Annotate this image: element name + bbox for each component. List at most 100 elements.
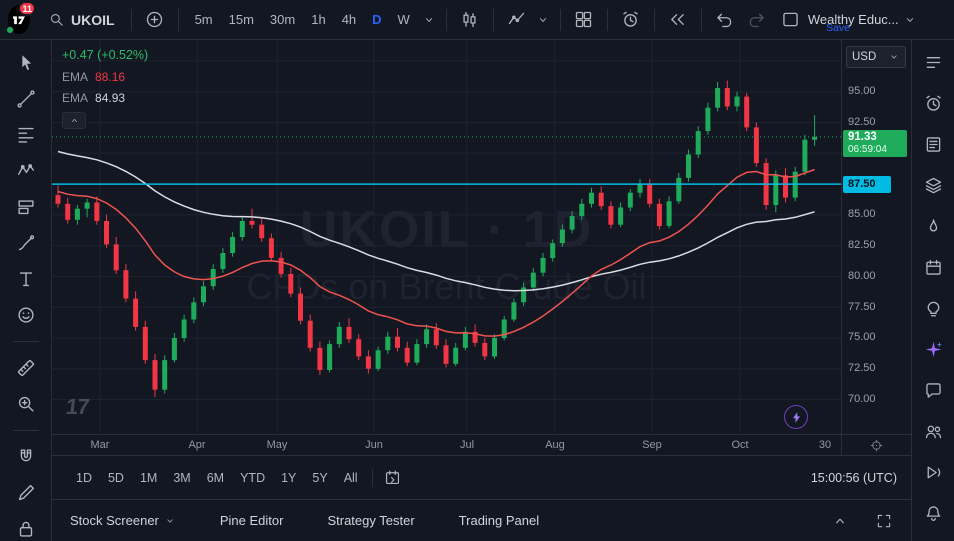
range-All[interactable]: All bbox=[336, 466, 366, 490]
tool-lock[interactable] bbox=[9, 516, 43, 541]
last-price-value: 91.33 bbox=[848, 131, 902, 144]
time-label: May bbox=[267, 439, 288, 451]
rail-ideas-button[interactable] bbox=[919, 296, 947, 320]
alert-clock-icon bbox=[620, 9, 641, 30]
rail-chat-button[interactable] bbox=[919, 378, 947, 402]
tool-ruler[interactable] bbox=[9, 355, 43, 381]
panel-tab-stock-screener[interactable]: Stock Screener bbox=[70, 513, 176, 528]
tool-cursor[interactable] bbox=[9, 50, 43, 76]
range-1Y[interactable]: 1Y bbox=[273, 466, 304, 490]
indicator-ema-slow[interactable]: EMA84.93 bbox=[62, 91, 148, 105]
chevron-down-icon bbox=[422, 13, 436, 27]
last-price-badge: 91.33 06:59:04 bbox=[843, 130, 907, 157]
boost-flash-button[interactable] bbox=[784, 405, 808, 429]
rail-news-button[interactable] bbox=[919, 132, 947, 156]
indicators-button[interactable] bbox=[502, 5, 532, 35]
symbol-search-button[interactable]: UKOIL bbox=[40, 7, 123, 32]
panel-tab-strategy-tester[interactable]: Strategy Tester bbox=[327, 513, 414, 528]
axis-settings-button[interactable] bbox=[841, 434, 911, 456]
range-1M[interactable]: 1M bbox=[132, 466, 165, 490]
range-5D[interactable]: 5D bbox=[100, 466, 132, 490]
tool-magnet[interactable] bbox=[9, 444, 43, 470]
date-range-toolbar: 1D5D1M3M6MYTD1Y5YAll 15:00:56 (UTC) bbox=[52, 456, 911, 500]
chart-type-button[interactable] bbox=[455, 5, 485, 35]
chat-icon bbox=[923, 380, 944, 401]
time-label: Jun bbox=[365, 439, 383, 451]
candlestick-chart[interactable] bbox=[52, 40, 841, 434]
rail-notifications-button[interactable] bbox=[919, 501, 947, 525]
maximize-icon bbox=[875, 512, 893, 530]
tool-pattern[interactable] bbox=[9, 158, 43, 184]
undo-button[interactable] bbox=[710, 5, 740, 35]
drawing-toolbar bbox=[0, 40, 52, 541]
save-layout-button[interactable]: Save bbox=[826, 22, 850, 34]
right-sidebar bbox=[911, 40, 954, 541]
toolbar-divider bbox=[446, 9, 447, 31]
chart-area[interactable]: UKOIL · 1D CFDs on Brent Crude Oil +0.47… bbox=[52, 40, 841, 434]
layout-title[interactable]: Wealthy Educ... bbox=[808, 12, 899, 27]
rail-object-tree-button[interactable] bbox=[919, 173, 947, 197]
plus-circle-icon bbox=[144, 9, 165, 30]
redo-button[interactable] bbox=[742, 5, 772, 35]
top-toolbar: 11 UKOIL 5m15m30m1h4hDW Wealthy Educ... … bbox=[0, 0, 954, 40]
rail-community-button[interactable] bbox=[919, 419, 947, 443]
price-label: 85.00 bbox=[848, 208, 876, 220]
rail-watchlist-button[interactable] bbox=[919, 50, 947, 74]
rail-alerts-button[interactable] bbox=[919, 91, 947, 115]
tool-position[interactable] bbox=[9, 194, 43, 220]
timeframe-15m[interactable]: 15m bbox=[221, 7, 262, 32]
range-3M[interactable]: 3M bbox=[165, 466, 198, 490]
tool-brush[interactable] bbox=[9, 230, 43, 256]
price-label: 92.50 bbox=[848, 116, 876, 128]
indicator-ema-fast[interactable]: EMA88.16 bbox=[62, 70, 148, 84]
timeframe-W[interactable]: W bbox=[390, 7, 418, 32]
timeframe-5m[interactable]: 5m bbox=[187, 7, 221, 32]
range-6M[interactable]: 6M bbox=[199, 466, 232, 490]
panel-maximize-button[interactable] bbox=[869, 506, 899, 536]
timeframe-menu-chevron[interactable] bbox=[420, 5, 438, 35]
tool-fib-retracement[interactable] bbox=[9, 122, 43, 148]
timeframe-30m[interactable]: 30m bbox=[262, 7, 303, 32]
panel-tab-trading-panel[interactable]: Trading Panel bbox=[459, 513, 539, 528]
rail-calendar-button[interactable] bbox=[919, 255, 947, 279]
tool-emoji[interactable] bbox=[9, 302, 43, 328]
range-5Y[interactable]: 5Y bbox=[304, 466, 335, 490]
chevron-down-icon bbox=[536, 13, 550, 27]
utc-clock[interactable]: 15:00:56 (UTC) bbox=[811, 471, 897, 485]
notifications-icon bbox=[923, 503, 944, 524]
range-1D[interactable]: 1D bbox=[68, 466, 100, 490]
go-to-date-button[interactable] bbox=[379, 464, 407, 492]
create-alert-button[interactable] bbox=[616, 5, 646, 35]
toolbar-separator bbox=[13, 341, 39, 342]
timeframe-4h[interactable]: 4h bbox=[334, 7, 364, 32]
time-label: Mar bbox=[91, 439, 110, 451]
tradingview-account-logo[interactable]: 11 bbox=[8, 5, 30, 34]
indicators-chevron[interactable] bbox=[534, 5, 552, 35]
tool-text[interactable] bbox=[9, 266, 43, 292]
panel-collapse-button[interactable] bbox=[825, 506, 855, 536]
time-axis[interactable]: MarAprMayJunJulAugSepOct30 bbox=[52, 434, 841, 456]
timeframe-D[interactable]: D bbox=[364, 7, 389, 32]
tool-trend-line[interactable] bbox=[9, 86, 43, 112]
range-buttons: 1D5D1M3M6MYTD1Y5YAll bbox=[68, 466, 366, 490]
panel-tab-pine-editor[interactable]: Pine Editor bbox=[220, 513, 284, 528]
price-axis[interactable]: USD 95.0092.5085.0082.5080.0077.5075.007… bbox=[841, 40, 911, 434]
multichart-layout-button[interactable] bbox=[569, 5, 599, 35]
layout-select-icon[interactable] bbox=[776, 5, 806, 35]
trend-line-icon bbox=[15, 88, 37, 110]
range-YTD[interactable]: YTD bbox=[232, 466, 273, 490]
compare-add-symbol-button[interactable] bbox=[140, 5, 170, 35]
time-label: Jul bbox=[460, 439, 474, 451]
rail-ai-button[interactable] bbox=[919, 337, 947, 361]
rail-streams-button[interactable] bbox=[919, 460, 947, 484]
tool-zoom[interactable] bbox=[9, 391, 43, 417]
timeframe-1h[interactable]: 1h bbox=[303, 7, 333, 32]
tradingview-chart-watermark[interactable]: 17 bbox=[65, 394, 90, 420]
layout-menu-chevron[interactable] bbox=[901, 5, 919, 35]
tool-draw[interactable] bbox=[9, 480, 43, 506]
legend-collapse-button[interactable] bbox=[62, 112, 86, 129]
bar-replay-button[interactable] bbox=[663, 5, 693, 35]
rail-hotlists-button[interactable] bbox=[919, 214, 947, 238]
currency-select[interactable]: USD bbox=[846, 46, 906, 68]
toolbar-divider bbox=[372, 469, 373, 487]
